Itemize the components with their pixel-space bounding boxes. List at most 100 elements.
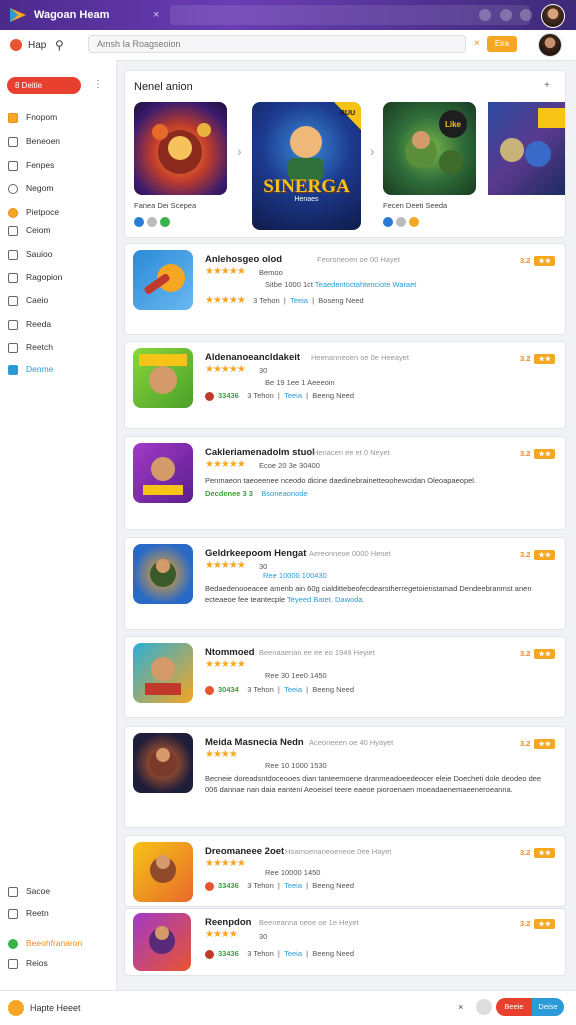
- sidebar-bottom-4[interactable]: Reios: [8, 956, 108, 970]
- secondary-action-button[interactable]: Deise: [532, 998, 564, 1016]
- app-name[interactable]: Dreomaneee 2oet: [205, 846, 284, 857]
- featured-game-image-4[interactable]: [488, 102, 565, 195]
- app-subtitle: Aereonneoe 0000 Henet: [309, 549, 391, 558]
- sidebar-item-3[interactable]: Fenpes: [8, 158, 108, 172]
- sidebar-item-2[interactable]: Beneoen: [8, 134, 108, 148]
- more-options-icon[interactable]: ⋮: [93, 79, 103, 90]
- featured-heading: Nenel anion: [134, 81, 193, 93]
- app-meta-2: 33436 3 Tehon | Teeia | Beeng Need: [205, 391, 354, 401]
- settings-icon[interactable]: [520, 9, 532, 21]
- app-description: Becneie doreadsntdoceooes dian tanteemoe…: [205, 774, 542, 794]
- sidebar-item-4[interactable]: Negom: [8, 181, 108, 195]
- rating-stars-icon: ★★: [534, 256, 555, 266]
- action-button[interactable]: Eira: [487, 36, 517, 52]
- app-badge-icon: [205, 881, 214, 891]
- rating-badge: 3.2 ★★: [520, 739, 555, 749]
- sidebar-item-12[interactable]: Denme: [8, 362, 108, 376]
- clear-search-icon[interactable]: ×: [474, 38, 480, 49]
- app-card-3[interactable]: Cakleriamenadolm stuol Henacen ee et 0 N…: [124, 436, 566, 530]
- sidebar-bottom-1[interactable]: Sacoe: [8, 884, 108, 898]
- sidebar-item-8[interactable]: Ragopion: [8, 270, 108, 284]
- check-icon: [8, 364, 18, 375]
- app-name[interactable]: Aldenanoeancldakeit: [205, 352, 300, 363]
- star-rating: ★★★★★: [205, 266, 246, 277]
- primary-action-button[interactable]: Beeie: [496, 998, 532, 1016]
- more-icon[interactable]: +: [544, 80, 550, 91]
- app-card-8[interactable]: Reenpdon Beeneanna neoe oe 1e Heyet 3.2 ★…: [124, 908, 566, 976]
- featured-badge-3: Like: [445, 120, 462, 129]
- rating-stars-icon: ★★: [534, 848, 555, 858]
- archive-icon: [8, 886, 18, 897]
- sidebar-bottom-3[interactable]: Beeohfranaron: [8, 936, 108, 950]
- app-card-1[interactable]: Anlehosgeo olod Feoroneoen oe 00 Hayet 3…: [124, 243, 566, 335]
- app-detail-2: Ree 10000 100430: [263, 571, 327, 580]
- window-titlebar: Wagoan Heam ×: [0, 0, 576, 30]
- close-tab-icon[interactable]: ×: [153, 9, 159, 21]
- dismiss-icon[interactable]: ×: [458, 1002, 463, 1012]
- window-tab-area[interactable]: [170, 5, 530, 25]
- app-thumb-5: [133, 643, 193, 703]
- featured-game-image-3[interactable]: Like: [383, 102, 476, 195]
- sidebar-item-1[interactable]: Fnopom: [8, 110, 108, 124]
- featured-game-image-2[interactable]: SINERGA Henaes BUU: [252, 102, 361, 230]
- toggle-icon[interactable]: [476, 999, 492, 1015]
- star-rating: ★★★★: [205, 929, 238, 940]
- folder-icon: [8, 112, 18, 123]
- app-name[interactable]: Reenpdon: [205, 917, 251, 928]
- app-name[interactable]: Geldrkeepoom Hengat: [205, 548, 306, 559]
- carousel-next-icon[interactable]: ›: [237, 143, 242, 159]
- notification-icon[interactable]: [8, 1000, 24, 1016]
- rating-badge: 3.2 ★★: [520, 256, 555, 266]
- app-card-7[interactable]: Dreomaneee 2oet Hoamoenaneoeneoe 0ee Hay…: [124, 835, 566, 907]
- app-thumb-4: [133, 544, 193, 604]
- maximize-icon[interactable]: [500, 9, 512, 21]
- app-card-6[interactable]: Meida Masnecia Nedn Aceoneeen oe 40 Hyay…: [124, 726, 566, 828]
- app-detail: 30: [259, 366, 268, 375]
- app-card-5[interactable]: Ntommoed Beenaaenan ee ee eo 1949 Heyiet…: [124, 636, 566, 718]
- app-detail: Ree 30 1ee0 1450: [265, 671, 327, 680]
- bottom-bar: Hapte Heeet × Beeie Deise: [0, 990, 576, 1025]
- app-name[interactable]: Cakleriamenadolm stuol: [205, 447, 315, 458]
- sidebar-item-6[interactable]: Ceiom: [8, 223, 108, 237]
- rating-stars-icon: ★★: [534, 739, 555, 749]
- app-badge-icon: [205, 949, 214, 959]
- user-avatar[interactable]: [541, 4, 565, 28]
- status-icon: [8, 938, 18, 949]
- minimize-icon[interactable]: [479, 9, 491, 21]
- profile-avatar[interactable]: [538, 33, 562, 57]
- featured-badge-2: BUU: [340, 110, 356, 117]
- sidebar-item-11[interactable]: Reetch: [8, 340, 108, 354]
- app-card-2[interactable]: Aldenanoeancldakeit Heenanneoen oe 0e He…: [124, 341, 566, 429]
- sidebar-item-10[interactable]: Reeda: [8, 317, 108, 331]
- app-name[interactable]: Anlehosgeo olod: [205, 254, 282, 265]
- app-meta-2: 33436 3 Tehon | Teeia | Beeng Need: [205, 949, 354, 959]
- app-name[interactable]: Ntommoed: [205, 647, 255, 658]
- carousel-next-icon-2[interactable]: ›: [370, 143, 375, 159]
- app-meta-2: 30434 3 Tehon | Teeia | Beeng Need: [205, 685, 354, 695]
- chat-icon: [8, 342, 18, 353]
- search-input[interactable]: Amsh Ia Roagseoion: [88, 35, 466, 53]
- app-subtitle: Aceoneeen oe 40 Hyayet: [309, 738, 394, 747]
- sidebar-primary-button[interactable]: 8 Deitie: [7, 77, 81, 94]
- featured-game-image-1[interactable]: [134, 102, 227, 195]
- app-card-4[interactable]: Geldrkeepoom Hengat Aereonneoe 0000 Hene…: [124, 537, 566, 630]
- search-icon[interactable]: ⚲: [55, 38, 64, 52]
- rating-stars-icon: ★★: [534, 354, 555, 364]
- sidebar-item-7[interactable]: Sauioo: [8, 247, 108, 261]
- toolbar-label[interactable]: Hap: [28, 40, 46, 51]
- sidebar-item-9[interactable]: Caeio: [8, 293, 108, 307]
- app-name[interactable]: Meida Masnecia Nedn: [205, 737, 304, 748]
- app-meta-2: Decdenee 3 3 Bsoneaonode: [205, 489, 308, 498]
- sidebar-bottom-2[interactable]: Reetn: [8, 906, 108, 920]
- rating-stars-icon: ★★: [534, 550, 555, 560]
- star-rating: ★★★★★: [205, 560, 246, 571]
- app-thumb-2: [133, 348, 193, 408]
- sidebar: 8 Deitie ⋮ Fnopom Beneoen Fenpes Negom P…: [0, 60, 117, 990]
- list-icon: [8, 225, 18, 236]
- app-logo-icon: [10, 8, 26, 22]
- brand-icon: [10, 39, 22, 51]
- sidebar-item-5[interactable]: Pietpoce: [8, 205, 108, 219]
- image-icon: [8, 319, 18, 330]
- app-meta-2: ★★★★★ 3 Tehon | Teeia | Boseng Need: [205, 295, 364, 306]
- featured-banner-title: SINERGA: [263, 176, 350, 197]
